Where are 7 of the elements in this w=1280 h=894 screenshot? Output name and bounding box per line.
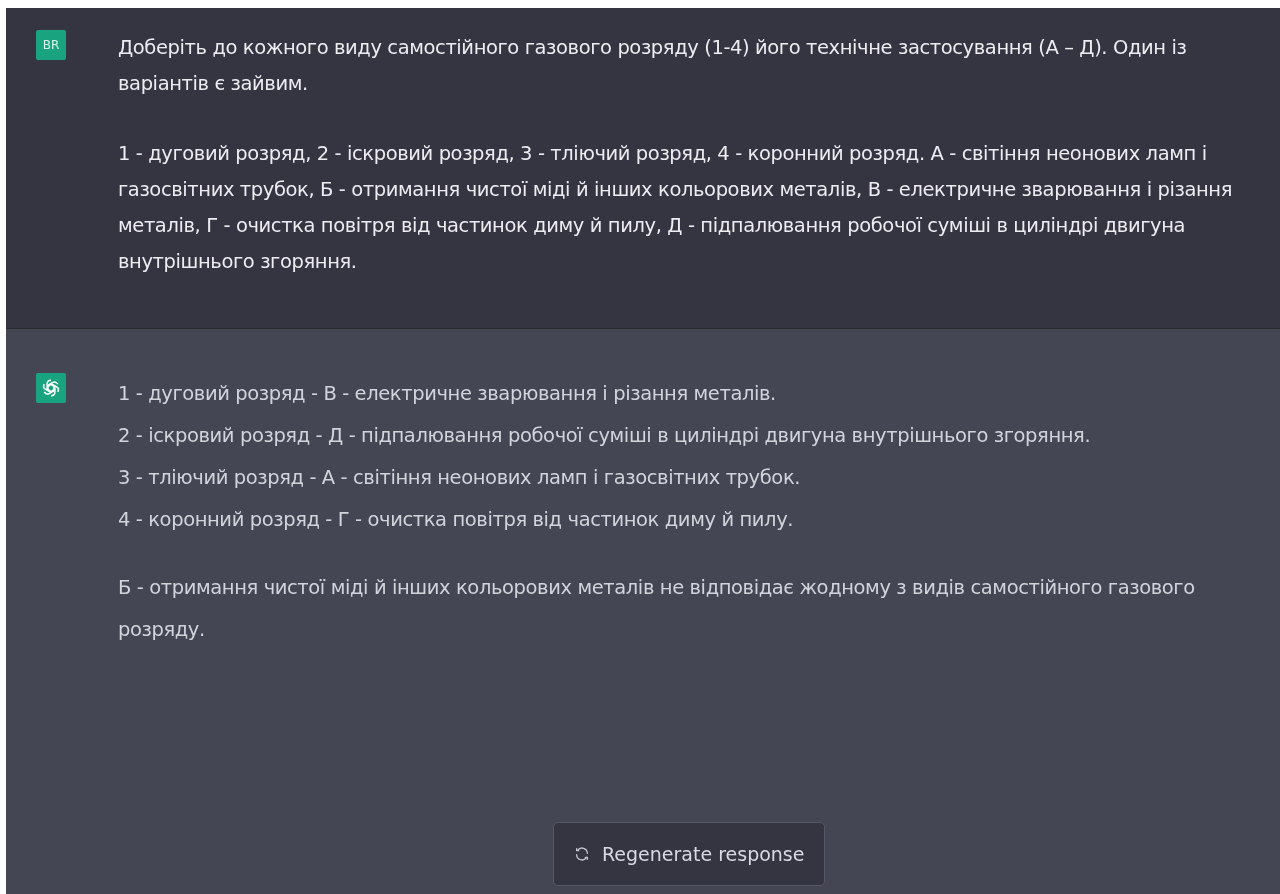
message-paragraph: Доберіть до кожного виду самостійного газового розряду (1-4) його технічне застосування (А – Д). Один із варіантів є зайвим. [118, 35, 1188, 97]
message-paragraph: 1 - дуговий розряд, 2 - іскровий розряд, 3 - тліючий розряд, 4 - коронний розряд. А - світіння неонових ламп і газосвітних трубок, Б - отримання чистої міді й інших кольорових металів, В - електричне зварювання і різання металів, Г - очистка повітря від частинок диму й пилу, Д - підпалювання робочої суміші в циліндрі двигуна внутрішнього згоряння. [118, 141, 1233, 275]
user-avatar: BR [36, 30, 66, 60]
regenerate-button[interactable]: Regenerate response [553, 822, 826, 886]
message-paragraph: 1 - дуговий розряд - В - електричне зварювання і різання металів. 2 - іскровий розряд - Д - підпалювання робочої суміші в циліндрі двигуна внутрішнього згоряння. 3 - тліючий розряд - А - світіння неонових ламп і газосвітних трубок. 4 - коронний розряд - Г - очистка повітря від частинок диму й пилу. [118, 381, 1092, 533]
message-paragraph: Б - отримання чистої міді й інших кольорових металів не відповідає жодному з видів самостійного газового розряду. [118, 575, 1196, 643]
refresh-icon [574, 846, 590, 862]
